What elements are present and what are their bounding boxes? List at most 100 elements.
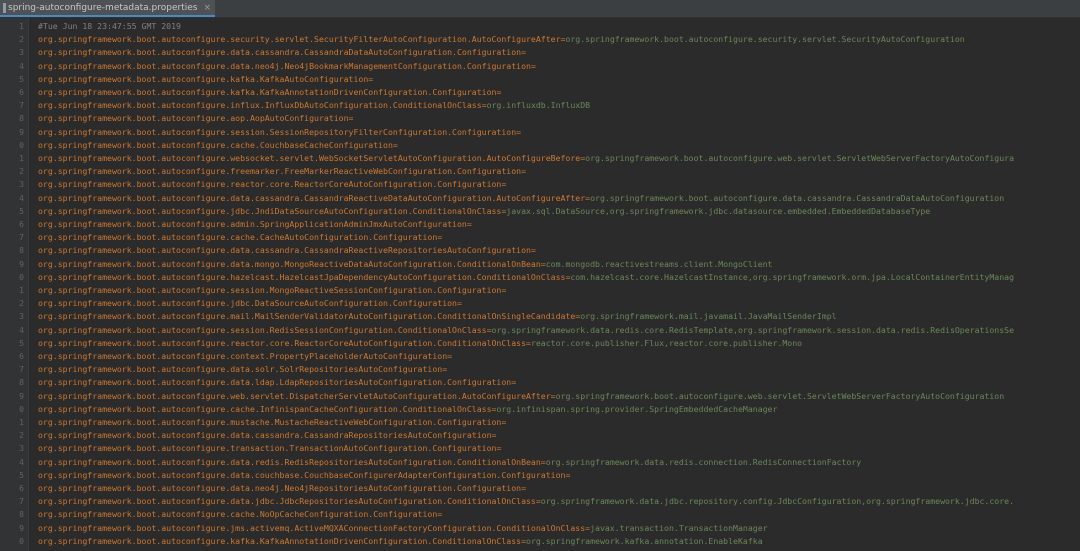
property-value: org.springframework.boot.autoconfigure.w… — [555, 390, 1005, 401]
property-key: org.springframework.boot.autoconfigure.m… — [38, 311, 576, 322]
editor-tab-bar: spring-autoconfigure-metadata.properties… — [0, 0, 1080, 18]
code-line-text: org.springframework.boot.autoconfigure.d… — [38, 363, 447, 376]
property-key: org.springframework.boot.autoconfigure.j… — [38, 298, 457, 309]
code-line-text: org.springframework.boot.autoconfigure.w… — [38, 390, 1004, 403]
line-number: 4 — [19, 325, 24, 335]
line-number: 5 — [19, 74, 24, 84]
property-key: org.springframework.boot.autoconfigure.d… — [38, 483, 522, 493]
code-line-text: org.springframework.boot.autoconfigure.t… — [38, 442, 501, 455]
equals-sign: = — [368, 73, 374, 84]
property-key: org.springframework.boot.autoconfigure.c… — [38, 403, 492, 414]
code-line-text: org.springframework.boot.autoconfigure.a… — [38, 218, 472, 231]
line-number: 9 — [19, 523, 24, 533]
property-key: org.springframework.boot.autoconfigure.c… — [38, 509, 438, 520]
line-number: 9 — [19, 391, 24, 401]
equals-sign: = — [466, 219, 472, 229]
file-tab-title: spring-autoconfigure-metadata.properties — [8, 2, 198, 13]
line-number: 3 — [19, 180, 24, 190]
equals-sign: = — [496, 87, 502, 97]
code-line-text: org.springframework.boot.autoconfigure.c… — [38, 508, 442, 521]
code-line-text: org.springframework.boot.autoconfigure.d… — [38, 429, 496, 442]
property-key: org.springframework.boot.autoconfigure.m… — [38, 417, 502, 427]
line-number: 1 — [19, 418, 24, 427]
file-tab[interactable]: spring-autoconfigure-metadata.properties… — [0, 0, 216, 17]
line-number: 3 — [19, 312, 24, 322]
equals-sign: = — [437, 509, 443, 520]
properties-file-icon — [3, 2, 6, 13]
comment-text: #Tue Jun 18 23:47:55 GMT 2019 — [38, 21, 181, 31]
property-value: org.springframework.boot.autoconfigure.w… — [585, 153, 1015, 163]
line-number: 5 — [19, 206, 24, 216]
property-key: org.springframework.boot.autoconfigure.d… — [38, 496, 536, 507]
property-key: org.springframework.boot.autoconfigure.j… — [38, 522, 586, 533]
line-number: 5 — [19, 470, 24, 480]
property-key: org.springframework.boot.autoconfigure.k… — [38, 87, 497, 97]
equals-sign: = — [501, 285, 507, 295]
equals-sign: = — [521, 483, 527, 493]
code-line-text: org.springframework.boot.autoconfigure.d… — [38, 258, 772, 271]
equals-sign: = — [565, 469, 571, 480]
property-key: org.springframework.boot.autoconfigure.r… — [38, 337, 526, 348]
code-line-text: org.springframework.boot.autoconfigure.d… — [38, 244, 536, 257]
line-number: 7 — [19, 365, 24, 375]
property-key: org.springframework.boot.autoconfigure.w… — [38, 390, 551, 401]
line-number: 1 — [19, 154, 24, 163]
property-value: com.hazelcast.core.HazelcastInstance,org… — [570, 271, 1015, 282]
property-value: org.springframework.kafka.annotation.Ena… — [526, 535, 763, 546]
equals-sign: = — [437, 232, 443, 243]
code-line-text: org.springframework.boot.autoconfigure.d… — [38, 192, 1004, 205]
property-key: org.springframework.boot.autoconfigure.k… — [38, 535, 522, 546]
equals-sign: = — [491, 430, 497, 441]
line-number: 8 — [19, 114, 24, 124]
code-line-text: org.springframework.boot.autoconfigure.m… — [38, 416, 506, 429]
line-number: 6 — [19, 352, 24, 361]
property-value: org.influxdb.InfluxDB — [486, 100, 591, 111]
equals-sign: = — [530, 60, 536, 71]
property-key: org.springframework.boot.autoconfigure.d… — [38, 47, 522, 58]
equals-sign: = — [457, 298, 462, 309]
property-key: org.springframework.boot.autoconfigure.d… — [38, 245, 531, 256]
equals-sign: = — [501, 179, 507, 190]
code-line-text: org.springframework.boot.autoconfigure.d… — [38, 495, 1014, 508]
equals-sign: = — [521, 166, 527, 177]
code-line-text: org.springframework.boot.autoconfigure.c… — [38, 231, 442, 244]
code-editor[interactable]: #Tue Jun 18 23:47:55 GMT 2019 org.springf… — [29, 18, 1080, 551]
property-key: org.springframework.boot.autoconfigure.c… — [38, 351, 448, 361]
equals-sign: = — [348, 113, 354, 124]
line-number: 8 — [19, 510, 24, 520]
line-number: 0 — [19, 536, 24, 546]
line-number: 8 — [19, 246, 24, 256]
code-line-text: org.springframework.boot.autoconfigure.k… — [38, 73, 373, 86]
line-number: 2 — [19, 431, 24, 441]
code-line-text: org.springframework.boot.autoconfigure.w… — [38, 152, 1014, 165]
property-key: org.springframework.boot.autoconfigure.s… — [38, 324, 487, 335]
line-number-gutter[interactable]: 1 2 3 4 5 6 7 8 9 0 1 2 3 4 5 6 7 8 9 0 1 2 3 4 5 6 7 8 9 0 1 2 3 4 5 6 7 8 9 0… — [0, 18, 29, 551]
property-value: javax.transaction.TransactionManager — [590, 522, 768, 533]
property-key: org.springframework.boot.autoconfigure.d… — [38, 60, 531, 71]
equals-sign: = — [511, 377, 517, 388]
code-line-text: org.springframework.boot.autoconfigure.d… — [38, 482, 526, 495]
code-line-text: org.springframework.boot.autoconfigure.s… — [38, 33, 965, 46]
line-number: 7 — [19, 233, 24, 243]
close-tab-icon[interactable]: × — [203, 3, 211, 13]
line-number: 1 — [19, 22, 24, 31]
property-key: org.springframework.boot.autoconfigure.h… — [38, 271, 566, 282]
code-line-text: org.springframework.boot.autoconfigure.j… — [38, 297, 462, 310]
line-number: 6 — [19, 88, 24, 97]
line-number: 2 — [19, 299, 24, 309]
property-key: org.springframework.boot.autoconfigure.d… — [38, 377, 512, 388]
property-key: org.springframework.boot.autoconfigure.d… — [38, 364, 443, 375]
equals-sign: = — [496, 443, 502, 454]
property-key: org.springframework.boot.autoconfigure.f… — [38, 166, 522, 177]
code-line-text: org.springframework.boot.autoconfigure.c… — [38, 350, 452, 363]
line-number: 6 — [19, 484, 24, 493]
ide-window: spring-autoconfigure-metadata.properties… — [0, 0, 1080, 551]
code-line-text: #Tue Jun 18 23:47:55 GMT 2019 — [38, 20, 181, 33]
property-key: org.springframework.boot.autoconfigure.r… — [38, 179, 502, 190]
property-key: org.springframework.boot.autoconfigure.s… — [38, 34, 561, 45]
code-line-text: org.springframework.boot.autoconfigure.j… — [38, 205, 930, 218]
code-line-text: org.springframework.boot.autoconfigure.k… — [38, 86, 501, 99]
line-number: 0 — [19, 404, 24, 414]
property-key: org.springframework.boot.autoconfigure.j… — [38, 205, 502, 216]
code-line-text: org.springframework.boot.autoconfigure.i… — [38, 99, 590, 112]
